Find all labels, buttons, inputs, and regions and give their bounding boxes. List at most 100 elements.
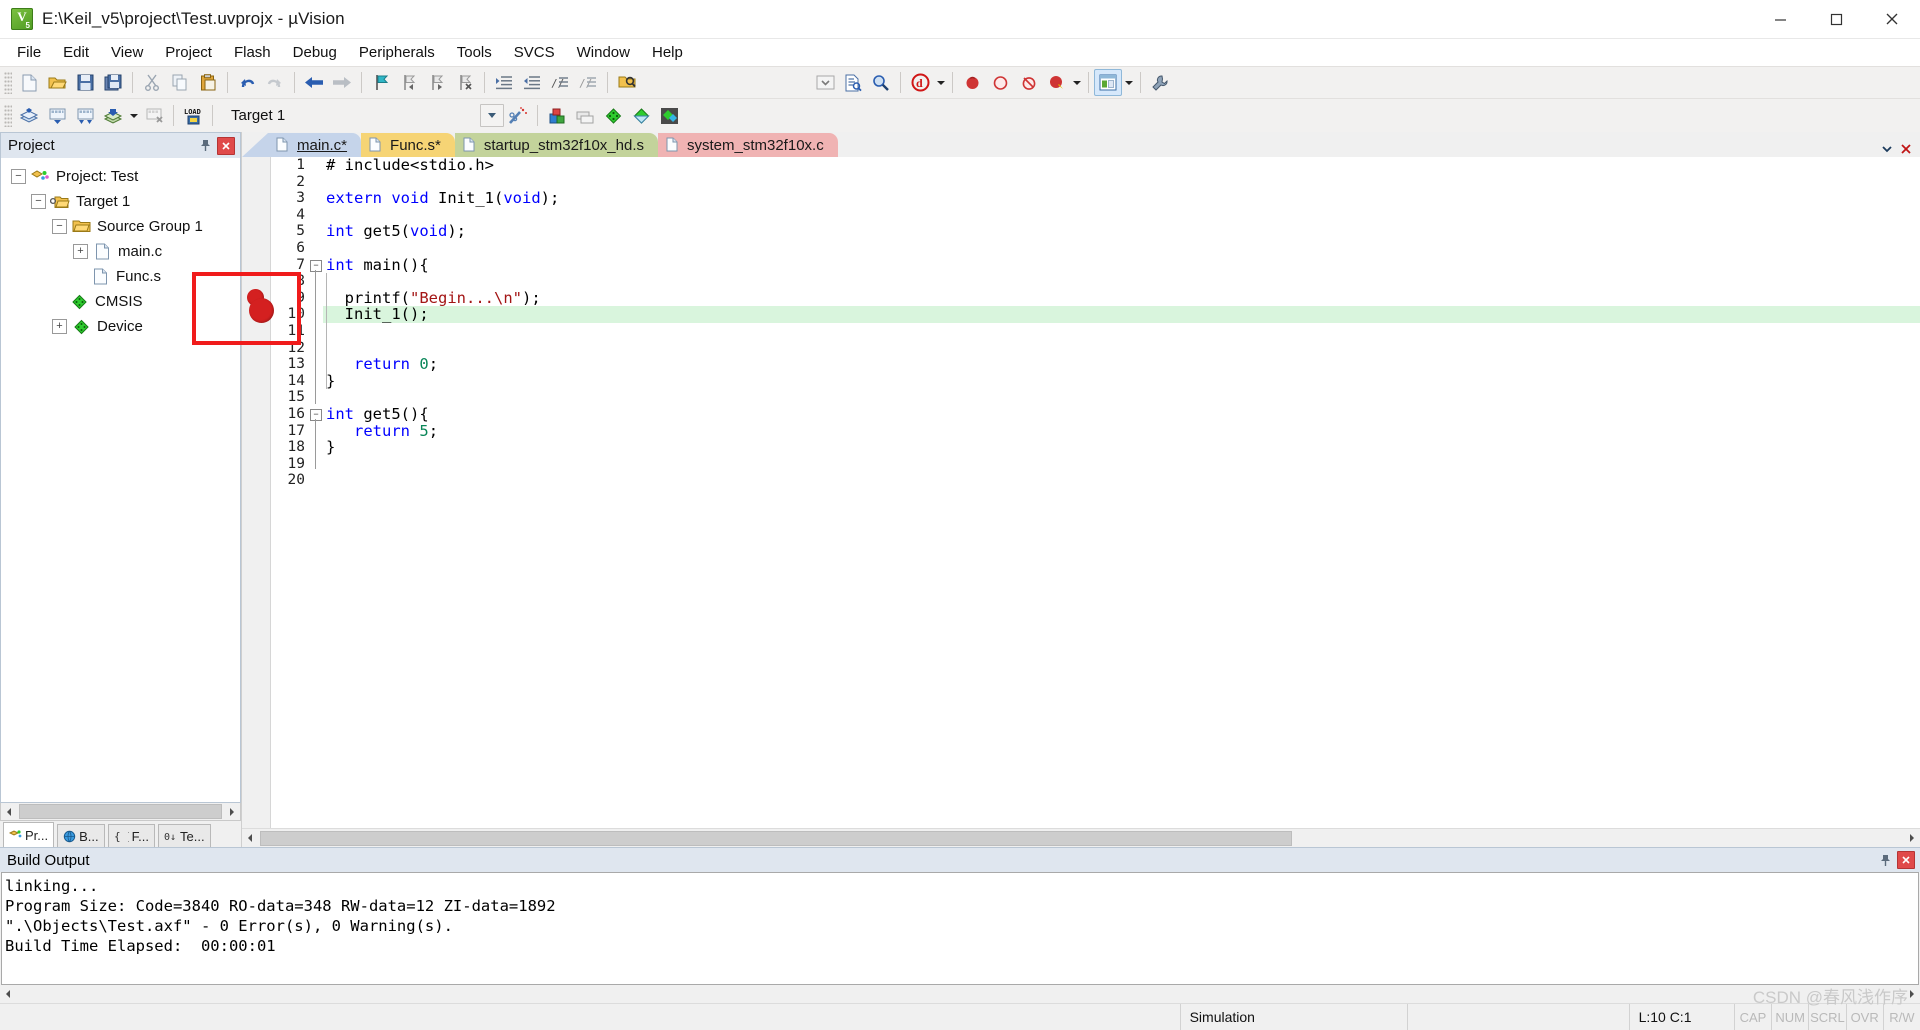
build-output-hscrollbar[interactable] [0,985,1920,1003]
scroll-left-arrow[interactable] [1,804,18,819]
undo-icon[interactable] [233,69,261,96]
menu-help[interactable]: Help [641,41,694,64]
close-icon[interactable] [1897,851,1915,869]
scroll-thumb[interactable] [19,804,222,819]
code-line[interactable]: } [323,439,1920,456]
manage-windows-dropdown[interactable] [1122,70,1135,95]
translate-icon[interactable] [15,102,43,129]
build-toolbar-grip[interactable] [4,104,12,127]
fold-toggle[interactable]: − [310,259,322,272]
navigate-forward-icon[interactable] [328,69,356,96]
code-line[interactable]: extern void Init_1(void); [323,190,1920,207]
menu-edit[interactable]: Edit [52,41,100,64]
tree-item-target[interactable]: − Target 1 [1,189,240,214]
maximize-button[interactable] [1808,0,1864,38]
tab-list-chevron-icon[interactable] [1879,141,1895,157]
menu-svcs[interactable]: SVCS [503,41,566,64]
pin-icon[interactable] [1875,850,1895,870]
outdent-icon[interactable] [518,69,546,96]
code-line[interactable] [323,340,1920,357]
scroll-thumb[interactable] [260,830,1292,846]
tree-item-source-group[interactable]: − Source Group 1 [1,214,240,239]
manage-run-time-env-icon[interactable] [627,102,655,129]
configure-toolbar-icon[interactable] [811,69,839,96]
menu-peripherals[interactable]: Peripherals [348,41,446,64]
tree-item-cmsis[interactable]: CMSIS [1,289,240,314]
new-file-icon[interactable] [15,69,43,96]
code-line[interactable] [323,207,1920,224]
select-software-packs-icon[interactable] [655,102,683,129]
stop-build-icon[interactable] [140,102,168,129]
close-tab-icon[interactable] [1898,141,1914,157]
scroll-right-arrow[interactable] [223,804,240,819]
clear-bookmarks-icon[interactable] [451,69,479,96]
code-text-area[interactable]: # include<stdio.h> extern void Init_1(vo… [323,157,1920,828]
scroll-right-arrow[interactable] [1903,830,1920,846]
scroll-left-arrow[interactable] [242,830,259,846]
code-line[interactable] [323,240,1920,257]
close-icon[interactable] [217,136,235,155]
code-line[interactable] [323,174,1920,191]
magic-wand-icon[interactable] [504,102,532,129]
build-icon[interactable] [43,102,71,129]
rebuild-icon[interactable] [71,102,99,129]
expander-device[interactable]: + [52,319,67,334]
breakpoint-gutter[interactable] [242,157,271,828]
find-in-files-icon[interactable] [613,69,641,96]
panel-tab-functions[interactable]: { } F... [107,824,155,847]
insert-breakpoint-icon[interactable] [958,69,986,96]
indent-icon[interactable] [490,69,518,96]
expander-target[interactable]: − [31,194,46,209]
target-select[interactable]: Target 1 [224,104,504,127]
code-line[interactable]: int get5(void); [323,223,1920,240]
source-browse-icon[interactable] [839,69,867,96]
project-tree[interactable]: − Project: Test − Target 1 − Source Grou… [0,158,241,803]
pin-icon[interactable] [195,136,215,156]
debug-session-icon[interactable]: d [906,69,934,96]
manage-project-items-icon[interactable] [543,102,571,129]
tree-item-func-s[interactable]: Func.s [1,264,240,289]
breakpoints-dropdown[interactable] [1070,70,1083,95]
editor-tab-startup-stm32f10x-hd-s[interactable]: startup_stm32f10x_hd.s [454,133,658,157]
save-icon[interactable] [71,69,99,96]
project-hscrollbar[interactable] [0,803,241,821]
configure-target-icon[interactable] [1146,69,1174,96]
menu-view[interactable]: View [100,41,154,64]
open-file-icon[interactable] [43,69,71,96]
expander-main-c[interactable]: + [73,244,88,259]
build-output-text[interactable]: linking... Program Size: Code=3840 RO-da… [1,872,1919,985]
manage-windows-icon[interactable] [1094,69,1122,96]
multi-project-icon[interactable] [571,102,599,129]
tree-item-main-c[interactable]: + main.c [1,239,240,264]
panel-tab-templates[interactable]: 0↓ Te... [157,824,211,847]
editor-tab-func-s[interactable]: Func.s* [361,133,455,157]
menu-window[interactable]: Window [566,41,641,64]
code-line[interactable]: return 0; [323,356,1920,373]
menu-tools[interactable]: Tools [446,41,503,64]
download-icon[interactable]: LOAD [179,102,207,129]
next-bookmark-icon[interactable] [423,69,451,96]
code-line[interactable]: printf("Begin...\n"); [323,289,1920,307]
find-icon[interactable] [867,69,895,96]
menu-flash[interactable]: Flash [223,41,282,64]
tree-item-project[interactable]: − Project: Test [1,164,240,189]
comment-icon[interactable]: // [546,69,574,96]
copy-icon[interactable] [166,69,194,96]
batch-build-icon[interactable] [99,102,127,129]
minimize-button[interactable] [1752,0,1808,38]
code-editor[interactable]: 1 2 3 4 5 6 7 8 9 10 11 12 13 14 15 16 17 18 19 20 − − # inc… [242,157,1920,828]
close-button[interactable] [1864,0,1920,38]
code-line[interactable]: # include<stdio.h> [323,157,1920,174]
breakpoint-indicator[interactable] [249,298,274,323]
toolbar-grip[interactable] [4,71,12,94]
code-line[interactable] [323,472,1920,489]
disable-breakpoint-icon[interactable] [986,69,1014,96]
target-select-arrow[interactable] [480,104,504,127]
code-line[interactable]: int get5(){ [323,406,1920,423]
scroll-left-arrow[interactable] [0,986,17,1002]
paste-icon[interactable] [194,69,222,96]
redo-icon[interactable] [261,69,289,96]
debug-session-dropdown[interactable] [934,70,947,95]
cut-icon[interactable] [138,69,166,96]
code-line[interactable] [323,273,1920,290]
